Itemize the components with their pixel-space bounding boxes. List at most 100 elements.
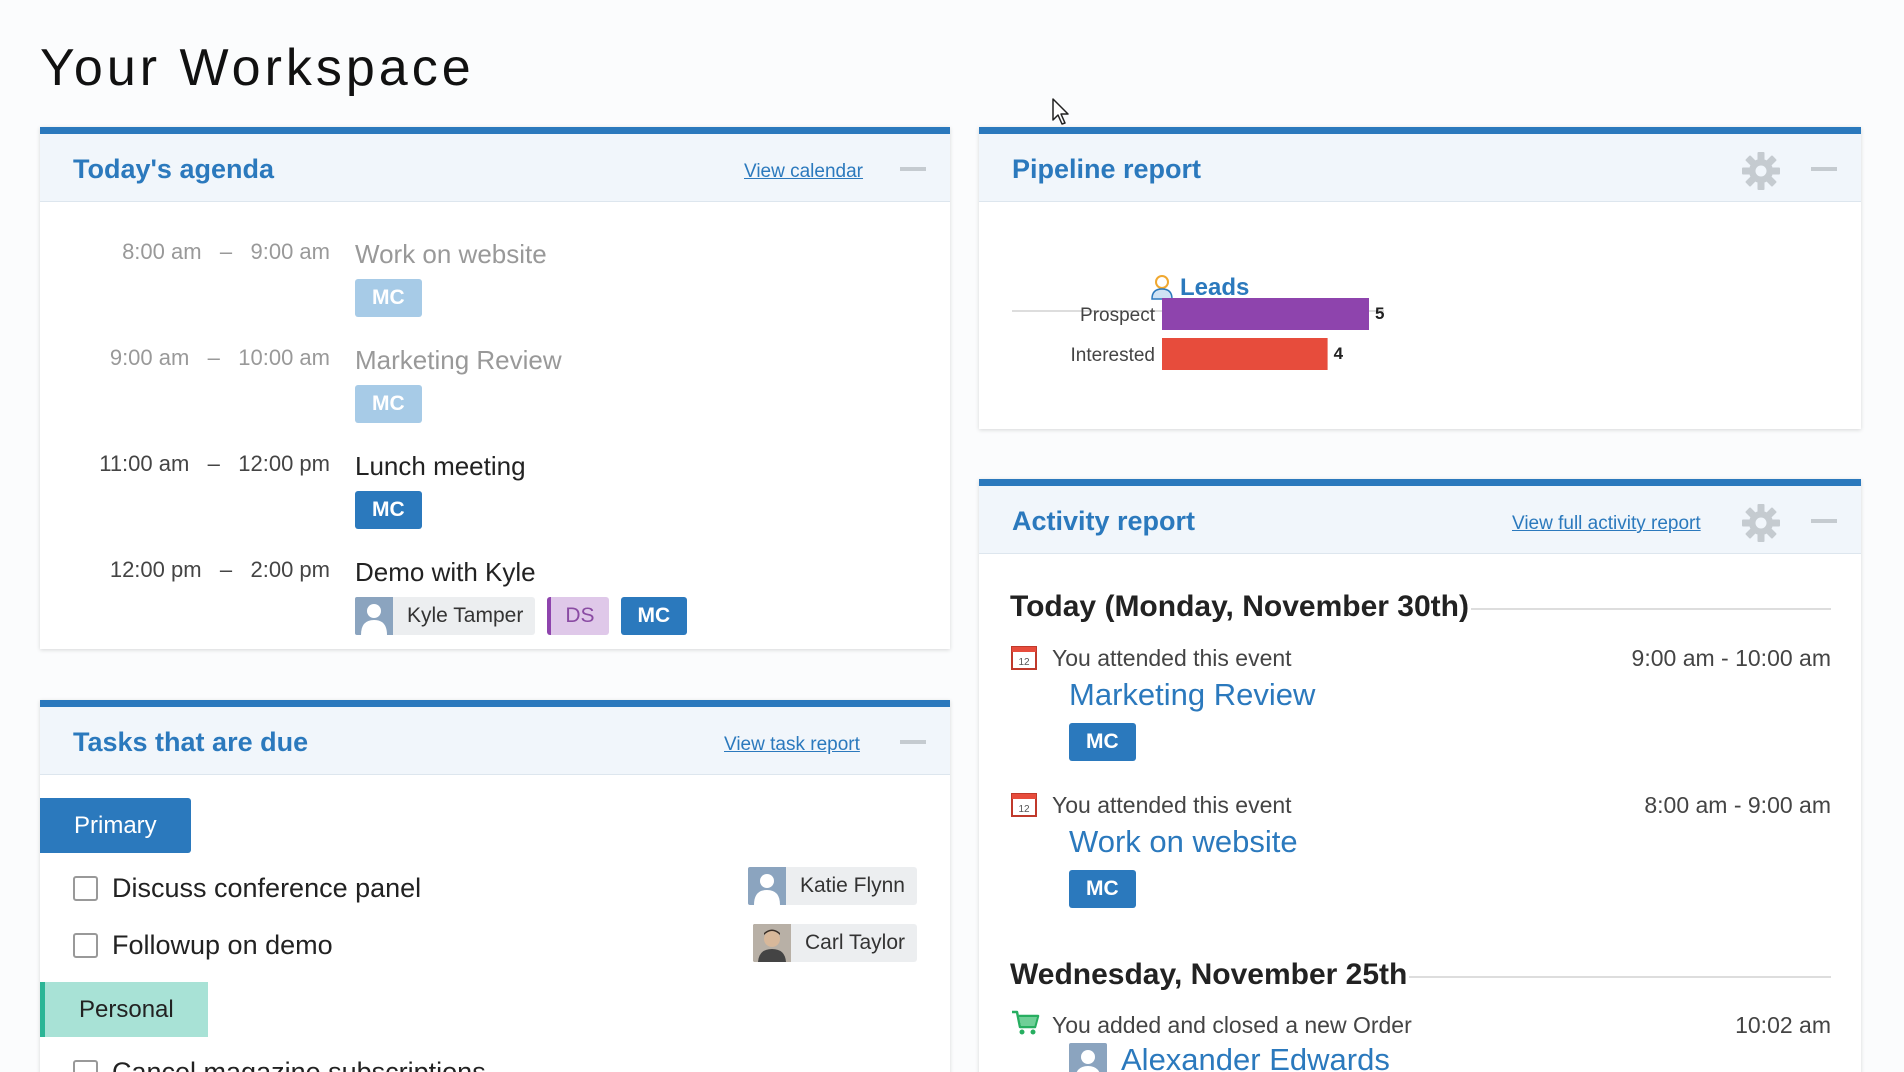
agenda-sep: –	[219, 239, 233, 264]
agenda-start: 11:00 am	[99, 451, 190, 476]
pipeline-card-title: Pipeline report	[1012, 154, 1202, 184]
view-task-report-link[interactable]: View task report	[724, 734, 860, 756]
bar-prospect[interactable]	[1162, 298, 1369, 330]
page-title: Your Workspace	[40, 39, 475, 97]
bar-value-label: 4	[1334, 344, 1344, 363]
agenda-time: 8:00 am – 9:00 am	[122, 239, 330, 265]
agenda-title: Marketing Review	[355, 345, 562, 375]
task-label[interactable]: Followup on demo	[112, 930, 333, 961]
task-group-personal[interactable]: Personal	[40, 982, 208, 1037]
task-row: Cancel magazine subscriptions	[40, 1051, 950, 1072]
view-calendar-link[interactable]: View calendar	[744, 161, 863, 183]
agenda-tags: Kyle Tamper DS MC	[355, 597, 688, 635]
activity-title-link[interactable]: Work on website	[1069, 824, 1298, 860]
activity-title-link[interactable]: Marketing Review	[1069, 677, 1315, 713]
agenda-end: 9:00 am	[250, 239, 331, 264]
agenda-sep: –	[219, 557, 233, 582]
pipeline-card: Pipeline report Leads Prospect 5 Intereste…	[979, 127, 1861, 429]
activity-time: 8:00 am - 9:00 am	[1644, 792, 1831, 818]
user-tag[interactable]: MC	[355, 385, 422, 423]
minimize-icon[interactable]	[1811, 519, 1837, 523]
tasks-card: Tasks that are due View task report Prim…	[40, 700, 950, 1072]
bar-value-label: 5	[1375, 304, 1384, 323]
user-tag[interactable]: MC	[355, 491, 422, 529]
gear-icon[interactable]	[1741, 151, 1781, 191]
minimize-icon[interactable]	[1811, 167, 1837, 171]
calendar-icon: 12	[1011, 793, 1037, 817]
task-checkbox[interactable]	[73, 1060, 98, 1072]
tasks-card-header: Tasks that are due View task report	[40, 707, 950, 775]
user-tag[interactable]: MC	[1069, 870, 1136, 908]
bar-interested[interactable]	[1162, 338, 1328, 370]
pipeline-card-header: Pipeline report	[979, 134, 1861, 202]
agenda-card: Today's agenda View calendar 8:00 am – 9…	[40, 127, 950, 649]
task-group-primary[interactable]: Primary	[40, 798, 191, 853]
day-heading: Wednesday, November 25th	[1010, 958, 1408, 991]
agenda-time: 11:00 am – 12:00 pm	[99, 451, 330, 477]
task-label[interactable]: Cancel magazine subscriptions	[112, 1057, 486, 1072]
agenda-end: 10:00 am	[238, 345, 330, 370]
activity-time: 10:02 am	[1735, 1012, 1831, 1038]
agenda-tags: MC	[355, 491, 422, 529]
avatar-photo	[753, 924, 792, 962]
agenda-sep: –	[207, 451, 220, 476]
agenda-time: 12:00 pm – 2:00 pm	[110, 557, 330, 583]
agenda-title: Demo with Kyle	[355, 557, 536, 587]
activity-card-title: Activity report	[1012, 506, 1196, 536]
divider	[1409, 976, 1831, 978]
calendar-day: 12	[1018, 657, 1030, 668]
calendar-day: 12	[1018, 804, 1030, 815]
cart-icon	[1012, 1010, 1040, 1035]
agenda-start: 8:00 am	[122, 239, 202, 264]
agenda-card-header: Today's agenda View calendar	[40, 134, 950, 202]
minimize-icon[interactable]	[900, 740, 926, 744]
task-checkbox[interactable]	[73, 933, 98, 958]
cursor-icon	[1052, 98, 1069, 125]
activity-desc: You attended this event	[1052, 645, 1292, 671]
task-row: Followup on demo Carl Taylor	[40, 924, 950, 964]
agenda-sep: –	[207, 345, 220, 370]
avatar	[747, 867, 786, 905]
user-tag[interactable]: MC	[1069, 723, 1136, 761]
task-row: Discuss conference panel Katie Flynn	[40, 867, 950, 907]
day-heading: Today (Monday, November 30th)	[1010, 590, 1469, 623]
gear-icon[interactable]	[1741, 503, 1781, 543]
agenda-card-title: Today's agenda	[73, 154, 274, 184]
activity-desc: You added and closed a new Order	[1052, 1012, 1412, 1038]
agenda-time: 9:00 am – 10:00 am	[110, 345, 330, 371]
agenda-tags: MC	[355, 279, 422, 317]
bar-category-label: Interested	[1071, 345, 1156, 366]
activity-desc: You attended this event	[1052, 792, 1292, 818]
agenda-tags: MC	[355, 385, 422, 423]
agenda-start: 9:00 am	[109, 345, 190, 370]
person-name: Kyle Tamper	[407, 604, 524, 627]
person-name: Katie Flynn	[799, 874, 905, 897]
activity-title-link[interactable]: Alexander Edwards	[1121, 1042, 1390, 1072]
minimize-icon[interactable]	[900, 167, 926, 171]
bar-category-label: Prospect	[1080, 305, 1156, 326]
task-checkbox[interactable]	[73, 876, 98, 901]
avatar	[1069, 1043, 1107, 1072]
user-tag[interactable]: MC	[355, 279, 422, 317]
task-label[interactable]: Discuss conference panel	[112, 873, 421, 904]
user-tag[interactable]: DS	[547, 597, 609, 635]
view-full-activity-report-link[interactable]: View full activity report	[1512, 513, 1701, 535]
person-chip[interactable]: Kyle Tamper	[355, 597, 536, 635]
agenda-title: Lunch meeting	[355, 451, 526, 481]
activity-card-header: Activity report View full activity repor…	[979, 486, 1861, 554]
agenda-start: 12:00 pm	[109, 557, 202, 582]
divider	[1471, 608, 1831, 610]
task-assignee[interactable]: Carl Taylor	[753, 924, 917, 962]
pipeline-bar-chart: Prospect 5 Interested 4	[1071, 298, 1384, 370]
activity-card: Activity report View full activity repor…	[979, 479, 1861, 1072]
avatar	[355, 597, 393, 635]
activity-time: 9:00 am - 10:00 am	[1631, 645, 1831, 671]
person-name: Carl Taylor	[805, 931, 905, 954]
agenda-end: 12:00 pm	[238, 451, 330, 476]
agenda-end: 2:00 pm	[250, 557, 331, 582]
agenda-title: Work on website	[355, 239, 547, 269]
tasks-card-title: Tasks that are due	[73, 727, 309, 757]
task-assignee[interactable]: Katie Flynn	[747, 867, 917, 905]
user-tag[interactable]: MC	[620, 597, 688, 635]
calendar-icon: 12	[1011, 646, 1037, 670]
